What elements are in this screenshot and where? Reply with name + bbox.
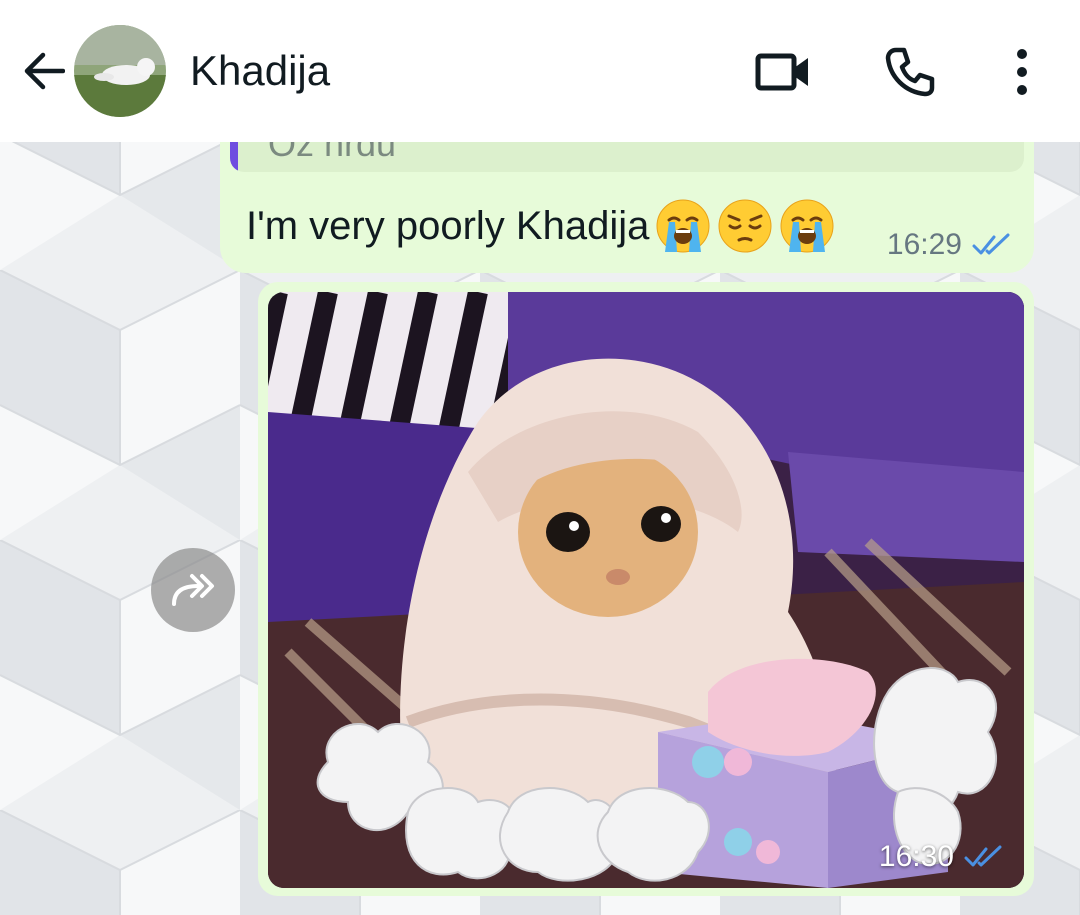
chat-header: Khadija — [0, 0, 1080, 142]
contact-name[interactable]: Khadija — [190, 45, 330, 97]
pensive-face-icon — [718, 199, 772, 253]
message-text: I'm very poorly Khadija — [246, 204, 650, 248]
more-options-button[interactable] — [990, 40, 1054, 104]
contact-avatar-cat — [74, 25, 166, 117]
message-meta: 16:29 — [887, 228, 1012, 262]
arrow-left-icon — [24, 52, 65, 90]
phone-icon — [885, 47, 935, 97]
more-vertical-icon — [1017, 49, 1027, 95]
loudly-crying-face-icon — [780, 199, 834, 253]
double-check-read-icon — [964, 845, 1002, 867]
back-button[interactable] — [18, 46, 68, 96]
loudly-crying-face-icon — [656, 199, 710, 253]
image-message-meta: 16:30 — [879, 840, 1004, 874]
message-image[interactable] — [268, 292, 1024, 888]
voice-call-button[interactable] — [878, 40, 942, 104]
message-time: 16:29 — [886, 228, 962, 261]
forward-button[interactable] — [151, 548, 235, 632]
message-text-row: I'm very poorly Khadija — [246, 198, 835, 254]
video-camera-icon — [755, 53, 808, 91]
double-check-read-icon — [972, 233, 1010, 255]
forward-icon — [172, 574, 214, 606]
outgoing-image-bubble[interactable]: 16:30 — [258, 282, 1034, 896]
video-call-button[interactable] — [752, 40, 816, 104]
avatar[interactable] — [74, 25, 166, 117]
image-message-time: 16:30 — [878, 840, 954, 873]
sick-cat-photo — [268, 292, 1024, 888]
